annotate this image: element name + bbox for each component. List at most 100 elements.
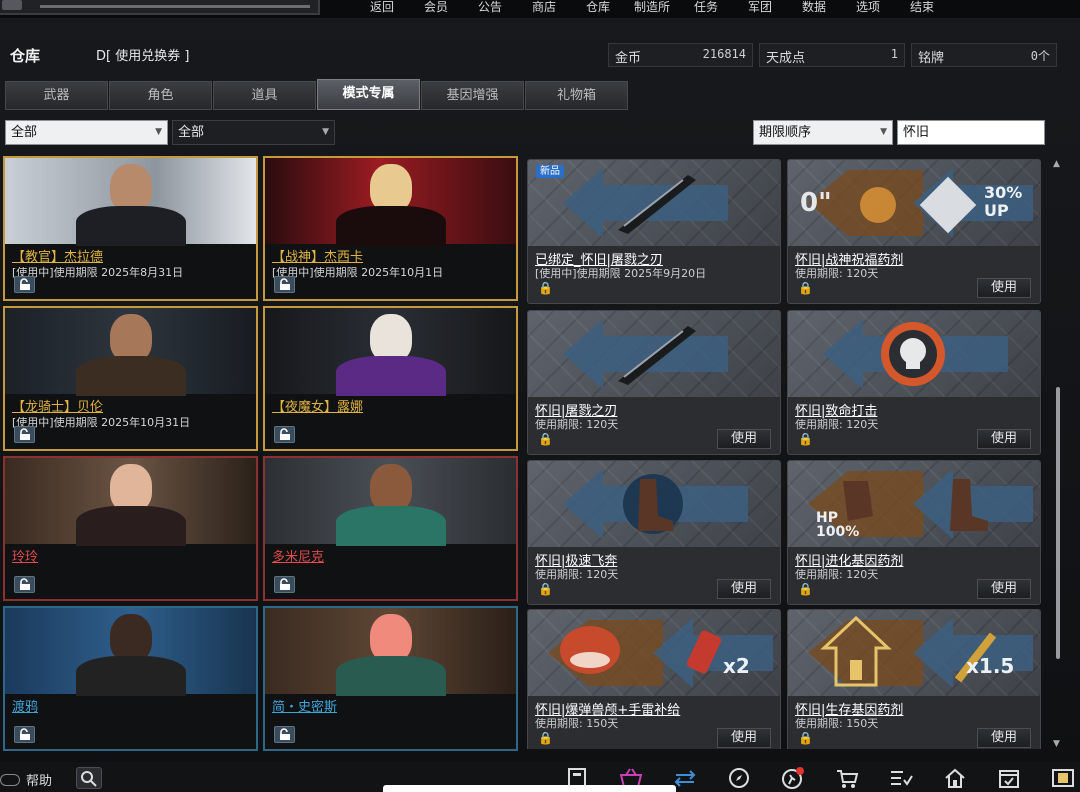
unlock-icon[interactable] [274,576,295,593]
character-card-jane-smith[interactable]: 简・史密斯 [263,606,518,751]
item-card-evolution-gene-potion[interactable]: HP 100% 怀旧|进化基因药剂 使用期限: 120天 🔒 使用 [787,460,1041,605]
character-name: 玲玲 [12,550,39,565]
sort-dropdown[interactable]: 期限顺序 ▼ [753,120,893,145]
portrait-head [369,614,412,662]
nav-member[interactable]: 会员 [409,0,463,18]
status-progress-bar [40,5,310,8]
search-input[interactable]: 怀旧 [897,120,1045,145]
gold-label: 金币 [615,51,642,66]
unlock-icon[interactable] [14,726,35,743]
category-tabs: 武器 角色 道具 模式专属 基因增强 礼物箱 [5,79,629,110]
lock-icon: 🔒 [538,432,553,446]
checklist-icon[interactable] [874,764,928,792]
use-button[interactable]: 使用 [977,728,1031,748]
chevron-down-icon: ▼ [880,127,887,137]
tab-mode-exclusive[interactable]: 模式专属 [317,79,420,110]
lock-icon: 🔒 [798,582,813,596]
filter-dropdown-2[interactable]: 全部 ▼ [172,120,335,145]
item-card-bomb-beast-grenade[interactable]: x2 怀旧|爆弹兽颅+手雷补给 使用期限: 150天 🔒 使用 [527,609,781,749]
nav-menu: 返回 会员 公告 商店 仓库 制造所 任务 军团 数据 选项 结束 [355,0,949,18]
status-knob [2,0,22,10]
item-card-war-god-blessing-potion[interactable]: 0" 30% UP 怀旧|战神祝福药剂 使用期限: 120天 🔒 使用 [787,159,1041,304]
character-card-dominic[interactable]: 多米尼克 [263,456,518,601]
nav-workshop[interactable]: 制造所 [625,0,679,18]
filter-2-value: 全部 [178,125,205,140]
unlock-icon[interactable] [274,726,295,743]
tab-gift-box[interactable]: 礼物箱 [525,81,628,110]
nav-mission[interactable]: 任务 [679,0,733,18]
character-card-beren[interactable]: 【龙骑士】贝伦 [使用中]使用期限 2025年10月31日 [3,306,258,451]
film-icon[interactable] [1036,764,1080,792]
toggle-icon [0,774,20,786]
search-button[interactable] [76,767,102,789]
portrait-body [75,506,186,546]
item-scrollbar[interactable]: ▲ ▼ [1053,159,1063,749]
tab-gene-enhance[interactable]: 基因增强 [421,81,524,110]
filter-dropdown-1[interactable]: 全部 ▼ [5,120,168,145]
portrait-head [369,464,412,512]
use-button[interactable]: 使用 [717,429,771,449]
portrait-body [335,656,446,696]
use-voucher-button[interactable]: D[ 使用兑换券 ] [96,45,189,64]
unlock-icon[interactable] [14,276,35,293]
search-icon [81,771,97,787]
character-card-luna[interactable]: 【夜魔女】露娜 [263,306,518,451]
cart-icon[interactable] [820,764,874,792]
portrait-body [75,656,186,696]
compass-icon[interactable] [712,764,766,792]
item-art [788,311,1040,397]
item-card-speed-run[interactable]: 怀旧|极速飞奔 使用期限: 120天 🔒 使用 [527,460,781,605]
item-detail: 使用期限: 120天 [535,568,619,581]
calendar-check-icon[interactable] [982,764,1036,792]
scroll-up-icon[interactable]: ▲ [1053,159,1060,169]
character-name: 多米尼克 [272,550,325,565]
item-card-slaughter-blade[interactable]: 怀旧|屠戮之刃 使用期限: 120天 🔒 使用 [527,310,781,455]
tab-items[interactable]: 道具 [213,81,316,110]
use-button[interactable]: 使用 [717,728,771,748]
unlock-icon[interactable] [14,576,35,593]
run-alert-icon[interactable] [766,764,820,792]
use-button[interactable]: 使用 [977,579,1031,599]
item-detail: 使用期限: 150天 [535,717,619,730]
character-card-raven[interactable]: 渡鸦 [3,606,258,751]
item-card-survival-gene-potion[interactable]: x1.5 怀旧|生存基因药剂 使用期限: 150天 🔒 使用 [787,609,1041,749]
portrait-body [335,206,446,246]
nameplate-box: 铭牌 0个 [911,43,1057,67]
item-card-lethal-strike[interactable]: 怀旧|致命打击 使用期限: 120天 🔒 使用 [787,310,1041,455]
nav-shop[interactable]: 商店 [517,0,571,18]
unlock-icon[interactable] [14,426,35,443]
use-button[interactable]: 使用 [977,278,1031,298]
chevron-down-icon: ▼ [322,127,329,137]
help-button[interactable]: 帮助 [0,770,52,789]
item-art: x1.5 [788,610,1040,696]
nav-back[interactable]: 返回 [355,0,409,18]
character-portrait [5,458,256,546]
character-card-lingling[interactable]: 玲玲 [3,456,258,601]
nav-clan[interactable]: 军团 [733,0,787,18]
tab-characters[interactable]: 角色 [109,81,212,110]
tiancheng-label: 天成点 [766,51,806,66]
unlock-icon[interactable] [274,426,295,443]
nav-exit[interactable]: 结束 [895,0,949,18]
chevron-down-icon: ▼ [155,127,162,137]
home-icon[interactable] [928,764,982,792]
use-button[interactable]: 使用 [717,579,771,599]
use-button[interactable]: 使用 [977,429,1031,449]
nav-options[interactable]: 选项 [841,0,895,18]
character-card-jessica[interactable]: 【战神】杰西卡 [使用中]使用期限 2025年10月1日 [263,156,518,301]
nameplate-label: 铭牌 [918,51,945,66]
portrait-body [75,206,186,246]
filter-1-value: 全部 [11,125,38,140]
unlock-icon[interactable] [274,276,295,293]
nav-data[interactable]: 数据 [787,0,841,18]
item-card-bound-slaughter-blade[interactable]: 新品 已绑定_怀旧|屠戮之刃 [使用中]使用期限 2025年9月20日 🔒 [527,159,781,304]
tab-weapons[interactable]: 武器 [5,81,108,110]
sort-value: 期限顺序 [759,125,812,140]
item-grid: 新品 已绑定_怀旧|屠戮之刃 [使用中]使用期限 2025年9月20日 🔒 0"… [527,159,1047,749]
nav-notice[interactable]: 公告 [463,0,517,18]
character-name: 【教官】杰拉德 [12,250,104,265]
scroll-thumb[interactable] [1056,387,1060,659]
character-card-gerald[interactable]: 【教官】杰拉德 [使用中]使用期限 2025年8月31日 [3,156,258,301]
nav-warehouse[interactable]: 仓库 [571,0,625,18]
scroll-down-icon[interactable]: ▼ [1053,739,1060,749]
